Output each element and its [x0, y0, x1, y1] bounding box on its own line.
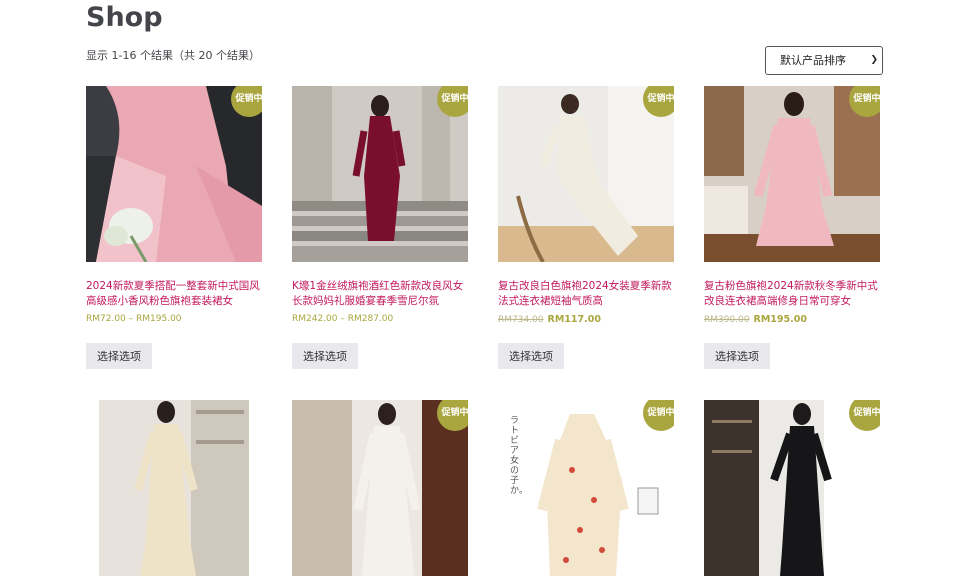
product-card[interactable]: 促销中 — [292, 400, 468, 576]
product-title[interactable]: K壕1金丝绒旗袍酒红色新款改良风女长款妈妈礼服婚宴春季雪尼尔氛 — [292, 279, 468, 309]
result-count: 显示 1-16 个结果（共 20 个结果） — [86, 49, 260, 62]
product-image[interactable] — [86, 400, 262, 576]
product-card[interactable]: 促销中 K壕1金丝绒旗袍酒红色新款改良风女长款妈妈礼服婚宴春季雪尼尔氛 RM24… — [292, 86, 468, 369]
old-price: RM390.00 — [704, 315, 750, 325]
chevron-down-icon: ❯ — [870, 55, 878, 65]
product-card[interactable]: ラトビア女の子か。 促销中 — [498, 400, 674, 576]
sort-select-value: 默认产品排序 — [780, 54, 846, 67]
sale-price: RM195.00 — [753, 314, 807, 325]
product-image[interactable]: 促销中 — [292, 86, 468, 262]
product-card[interactable]: 促销中 复古改良白色旗袍2024女装夏季新款法式连衣裙短袖气质高 RM734.0… — [498, 86, 674, 369]
product-image[interactable]: ラトビア女の子か。 促销中 — [498, 400, 674, 576]
product-card[interactable] — [86, 400, 262, 576]
product-card[interactable]: 促销中 — [704, 400, 880, 576]
sort-select[interactable]: 默认产品排序 ❯ — [765, 46, 883, 75]
product-image[interactable]: 促销中 — [704, 86, 880, 262]
product-price: RM734.00 RM117.00 — [498, 314, 674, 327]
select-options-button[interactable]: 选择选项 — [292, 343, 358, 369]
page-title: Shop — [86, 2, 163, 33]
product-image[interactable]: 促销中 — [86, 86, 262, 262]
product-image[interactable]: 促销中 — [498, 86, 674, 262]
old-price: RM734.00 — [498, 315, 544, 325]
product-card[interactable]: 促销中 2024新款夏季搭配一整套新中式国风高级感小香风粉色旗袍套装裙女 RM7… — [86, 86, 262, 369]
select-options-button[interactable]: 选择选项 — [498, 343, 564, 369]
select-options-button[interactable]: 选择选项 — [704, 343, 770, 369]
product-price: RM390.00 RM195.00 — [704, 314, 880, 327]
product-title[interactable]: 2024新款夏季搭配一整套新中式国风高级感小香风粉色旗袍套装裙女 — [86, 279, 262, 309]
image-caption: ラトビア女の子か。 — [510, 416, 528, 496]
sale-price: RM117.00 — [547, 314, 601, 325]
product-image[interactable]: 促销中 — [704, 400, 880, 576]
product-card[interactable]: 促销中 复古粉色旗袍2024新款秋冬季新中式改良连衣裙高端修身日常可穿女 RM3… — [704, 86, 880, 369]
product-title[interactable]: 复古粉色旗袍2024新款秋冬季新中式改良连衣裙高端修身日常可穿女 — [704, 279, 880, 309]
product-price: RM242.00 – RM287.00 — [292, 314, 394, 324]
product-price: RM72.00 – RM195.00 — [86, 314, 182, 324]
product-image[interactable]: 促销中 — [292, 400, 468, 576]
product-title[interactable]: 复古改良白色旗袍2024女装夏季新款法式连衣裙短袖气质高 — [498, 279, 674, 309]
select-options-button[interactable]: 选择选项 — [86, 343, 152, 369]
